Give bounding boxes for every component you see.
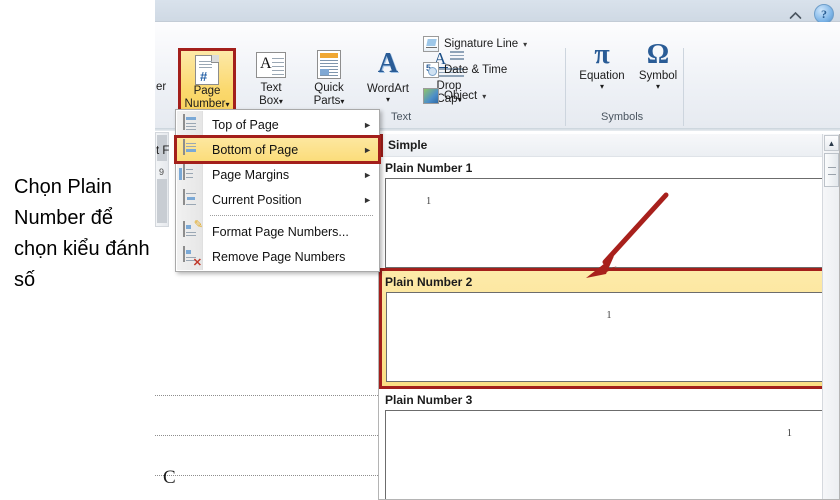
object-icon [423, 88, 439, 104]
menu-item-label: Top of Page [212, 118, 363, 132]
page-margins-icon [183, 165, 201, 185]
wordart-button[interactable]: A WordArt ▾ [357, 50, 419, 104]
date-and-time-button[interactable]: Date & Time [423, 62, 507, 78]
scroll-up-arrow-icon[interactable]: ▲ [824, 135, 839, 151]
chevron-down-icon[interactable]: ▾ [656, 83, 660, 91]
symbol-button[interactable]: Ω Symbol ▾ [629, 40, 687, 91]
menu-item-label: Remove Page Numbers [212, 250, 379, 264]
quick-parts-label-line2: Parts▾ [314, 95, 345, 108]
document-dotted-line [155, 475, 380, 476]
menu-item-label: Format Page Numbers... [212, 225, 379, 239]
quick-parts-label-text: Parts [314, 95, 341, 107]
chevron-down-icon[interactable]: ▾ [482, 92, 486, 101]
group-separator [565, 48, 566, 126]
gallery-item-plain-number-1[interactable]: Plain Number 1 1 [379, 157, 839, 268]
page-number-icon: # [195, 55, 219, 85]
gallery-item-preview: 1 [386, 292, 832, 382]
page-number-gallery: Simple Plain Number 1 1 Plain Number 2 1… [378, 134, 840, 500]
page-top-icon [183, 115, 201, 135]
chevron-down-icon[interactable]: ▾ [279, 97, 283, 106]
gallery-item-plain-number-2[interactable]: Plain Number 2 1 [379, 268, 839, 389]
menu-item-remove-page-numbers[interactable]: ✕ Remove Page Numbers [176, 244, 379, 269]
page-number-label-line1: Page [194, 85, 221, 98]
text-box-label-text: Box [259, 95, 279, 107]
text-box-label-line1: Text [260, 82, 281, 95]
gallery-item-preview: 1 [385, 410, 833, 500]
gallery-item-title: Plain Number 1 [379, 157, 839, 178]
text-box-label-line2: Box▾ [259, 95, 283, 108]
gallery-item-title: Plain Number 3 [379, 389, 839, 410]
ribbon-top-bar: ? [155, 0, 840, 22]
close-icon: ✕ [193, 258, 202, 268]
current-position-icon [183, 190, 201, 210]
group-label-text: Text [391, 111, 411, 123]
gallery-item-preview: 1 [385, 178, 833, 268]
gallery-item-title: Plain Number 2 [382, 271, 836, 292]
help-button[interactable]: ? [814, 4, 834, 24]
text-box-button[interactable]: A Text Box▾ [243, 52, 299, 108]
menu-separator [210, 215, 373, 216]
document-dotted-line [155, 395, 380, 396]
format-page-numbers-icon: ✎ [183, 222, 201, 242]
page-bottom-icon [183, 140, 201, 160]
submenu-arrow-icon: ► [363, 120, 372, 130]
menu-item-label: Bottom of Page [212, 143, 363, 157]
quick-parts-button[interactable]: Quick Parts▾ [301, 50, 357, 108]
preview-page-number: 1 [607, 310, 612, 321]
submenu-arrow-icon: ► [363, 145, 372, 155]
page-marker-label: 9 [159, 167, 164, 177]
group-label-symbols: Symbols [601, 111, 643, 123]
chevron-up-icon [789, 11, 802, 20]
menu-item-top-of-page[interactable]: Top of Page ► [176, 112, 379, 137]
preview-page-number: 1 [426, 196, 431, 207]
partial-label-header: er [156, 80, 178, 94]
chevron-down-icon[interactable]: ▾ [340, 97, 344, 106]
collapse-ribbon-icon[interactable] [786, 8, 804, 22]
gallery-scrollbar[interactable]: ▲ [822, 134, 839, 500]
wordart-icon: A [378, 50, 398, 78]
object-button[interactable]: Object ▾ [423, 88, 486, 104]
signature-icon [423, 36, 439, 52]
submenu-arrow-icon: ► [363, 195, 372, 205]
submenu-arrow-icon: ► [363, 170, 372, 180]
preview-page-number: 1 [787, 428, 792, 439]
word-window: C 9 ? er t F [155, 0, 840, 500]
menu-item-label: Current Position [212, 193, 363, 207]
gallery-header-label: Simple [388, 138, 427, 152]
remove-page-numbers-icon: ✕ [183, 247, 201, 267]
document-text-c: C [163, 467, 176, 489]
menu-item-format-page-numbers[interactable]: ✎ Format Page Numbers... [176, 219, 379, 244]
gallery-header: Simple [379, 134, 839, 157]
equation-button[interactable]: π Equation ▾ [573, 40, 631, 91]
menu-item-page-margins[interactable]: Page Margins ► [176, 162, 379, 187]
omega-icon: Ω [647, 40, 669, 70]
pi-icon: π [594, 40, 609, 70]
scrollbar-thumb[interactable] [824, 153, 839, 187]
object-label: Object [444, 90, 477, 102]
chevron-down-icon[interactable]: ▾ [386, 96, 390, 104]
quick-parts-icon [317, 50, 341, 79]
date-time-icon [423, 62, 439, 78]
chevron-down-icon[interactable]: ▾ [523, 40, 527, 49]
signature-line-button[interactable]: Signature Line ▾ [423, 36, 527, 52]
quick-parts-label-line1: Quick [314, 82, 343, 95]
menu-item-current-position[interactable]: Current Position ► [176, 187, 379, 212]
annotation-text: Chọn Plain Number để chọn kiểu đánh số [14, 172, 154, 296]
document-dotted-line [155, 435, 380, 436]
screenshot-root: Chọn Plain Number để chọn kiểu đánh số C… [0, 0, 840, 500]
date-and-time-label: Date & Time [444, 64, 507, 76]
text-box-icon: A [256, 52, 286, 78]
gallery-item-plain-number-3[interactable]: Plain Number 3 1 [379, 389, 839, 500]
page-number-dropdown-menu: Top of Page ► Bottom of Page ► Page Marg… [175, 109, 380, 272]
chevron-down-icon[interactable]: ▾ [600, 83, 604, 91]
signature-line-label: Signature Line [444, 38, 518, 50]
chevron-down-icon[interactable]: ▾ [225, 100, 229, 109]
menu-item-bottom-of-page[interactable]: Bottom of Page ► [176, 137, 379, 162]
scrollbar-thumb-bottom[interactable] [157, 179, 167, 223]
menu-item-label: Page Margins [212, 168, 363, 182]
pencil-icon: ✎ [194, 220, 203, 230]
